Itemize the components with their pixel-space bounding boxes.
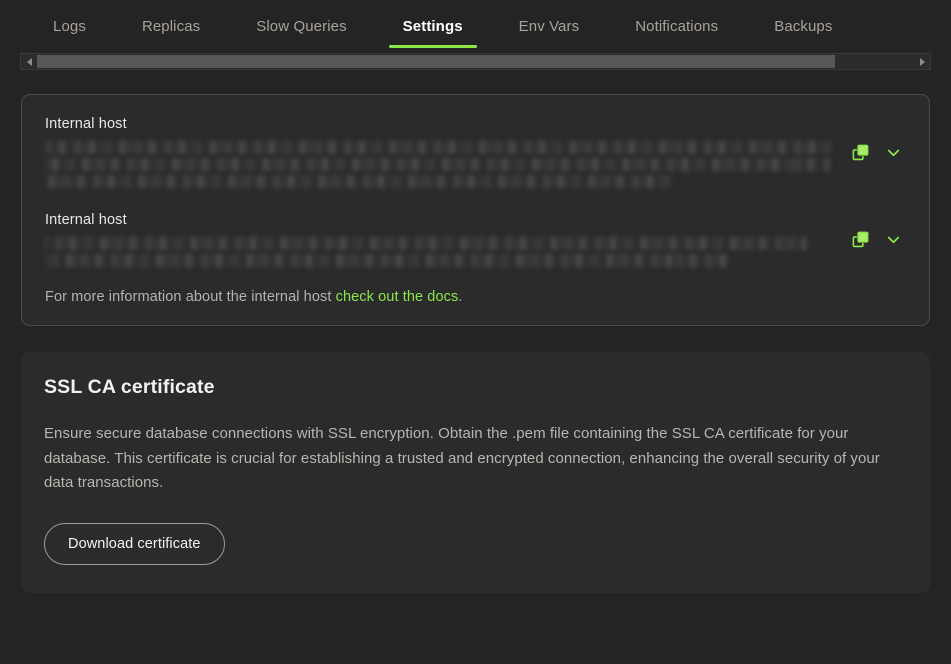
redacted-line <box>45 175 674 188</box>
tab-notifications[interactable]: Notifications <box>607 0 746 53</box>
copy-icon[interactable] <box>847 227 873 253</box>
ssl-ca-certificate-card: SSL CA certificate Ensure secure databas… <box>21 352 930 593</box>
tab-label: Env Vars <box>519 18 580 35</box>
internal-host-entry-2-actions <box>831 227 906 253</box>
chevron-down-icon[interactable] <box>880 139 906 165</box>
download-certificate-button[interactable]: Download certificate <box>44 523 225 565</box>
tab-label: Backups <box>774 18 832 35</box>
tab-label: Settings <box>403 18 463 35</box>
redacted-line <box>45 237 807 250</box>
internal-host-value-redacted[interactable] <box>45 237 831 267</box>
tab-next-clipped[interactable]: H <box>860 0 888 53</box>
tab-bar-horizontal-scrollbar[interactable] <box>20 53 931 70</box>
scrollbar-track[interactable] <box>37 55 914 68</box>
chevron-down-icon[interactable] <box>880 227 906 253</box>
tab-label: Slow Queries <box>256 18 346 35</box>
triangle-left-icon[interactable] <box>21 54 37 69</box>
note-suffix: . <box>458 289 462 305</box>
tab-label: Notifications <box>635 18 718 35</box>
internal-host-entry-1-actions <box>831 139 906 165</box>
tab-slow-queries[interactable]: Slow Queries <box>228 0 374 53</box>
redacted-line <box>45 158 831 171</box>
tab-label: Logs <box>53 18 86 35</box>
tab-label: Replicas <box>142 18 200 35</box>
ssl-card-title: SSL CA certificate <box>44 376 907 399</box>
internal-host-entry-2-main: Internal host <box>45 212 831 267</box>
internal-host-label: Internal host <box>45 212 831 228</box>
tab-bar: Logs Replicas Slow Queries Settings Env … <box>0 0 951 53</box>
tab-replicas[interactable]: Replicas <box>114 0 228 53</box>
internal-host-card: Internal host <box>21 94 930 326</box>
internal-host-entry-1: Internal host <box>45 116 906 188</box>
docs-link[interactable]: check out the docs <box>336 289 459 305</box>
redacted-line <box>45 141 831 154</box>
scrollbar-thumb[interactable] <box>37 55 835 68</box>
entry-spacer <box>45 188 906 212</box>
triangle-right-icon[interactable] <box>914 54 930 69</box>
tab-logs[interactable]: Logs <box>25 0 114 53</box>
note-prefix: For more information about the internal … <box>45 289 336 305</box>
internal-host-note: For more information about the internal … <box>45 289 906 305</box>
redacted-line <box>45 254 729 267</box>
tab-settings[interactable]: Settings <box>375 0 491 53</box>
internal-host-value-redacted[interactable] <box>45 141 831 188</box>
internal-host-entry-1-main: Internal host <box>45 116 831 188</box>
internal-host-label: Internal host <box>45 116 831 132</box>
ssl-card-description: Ensure secure database connections with … <box>44 422 889 496</box>
settings-content: Internal host <box>0 94 951 593</box>
tab-backups[interactable]: Backups <box>746 0 860 53</box>
copy-icon[interactable] <box>847 139 873 165</box>
internal-host-entry-2: Internal host <box>45 212 906 267</box>
tab-env-vars[interactable]: Env Vars <box>491 0 608 53</box>
